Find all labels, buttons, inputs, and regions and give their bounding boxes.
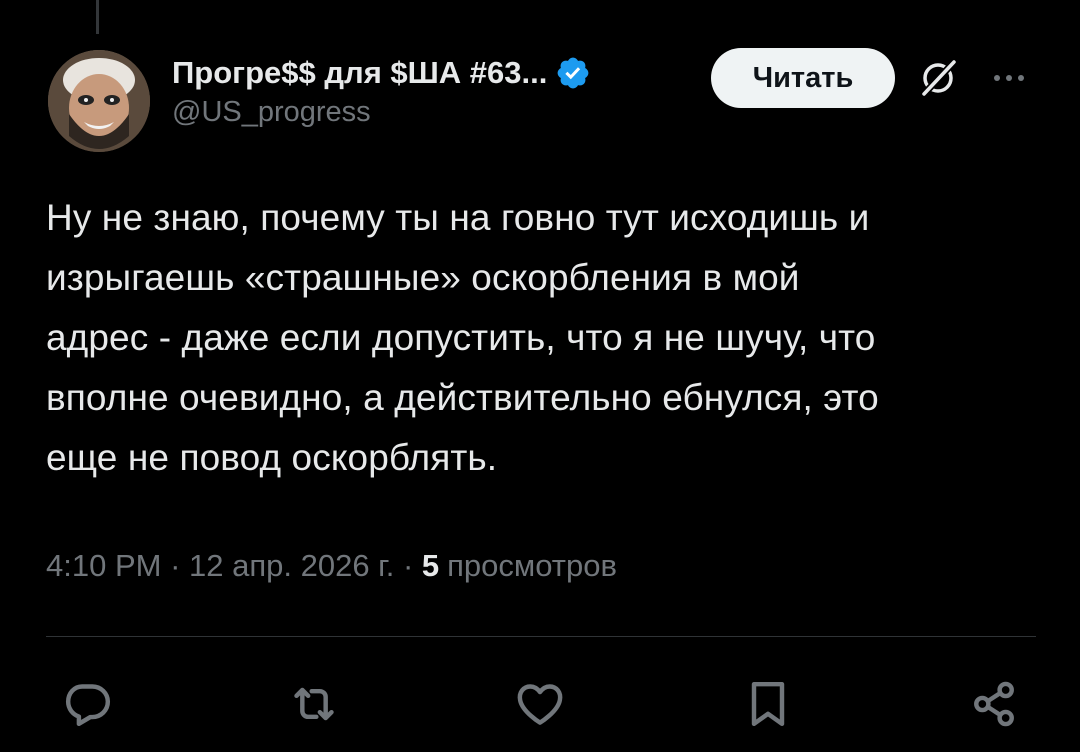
reply-icon[interactable] [60,676,116,732]
tweet-date[interactable]: 12 апр. 2026 г. [189,548,394,584]
meta-separator: · [161,548,190,583]
tweet-text: Ну не знаю, почему ты на говно тут исход… [46,197,879,478]
like-icon[interactable] [512,676,568,732]
more-dots-icon[interactable] [987,64,1031,92]
follow-button[interactable]: Читать [711,48,895,108]
author-name-row: Прогре$$ для $ША #63... [172,52,591,94]
tweet-meta: 4:10 PM · 12 апр. 2026 г. · 5 просмотров [46,548,617,584]
author-handle[interactable]: @US_progress [172,96,591,129]
bookmark-icon[interactable] [740,676,796,732]
verified-badge-icon [555,55,591,91]
meta-separator: · [394,548,422,583]
share-icon[interactable] [966,676,1022,732]
grok-icon[interactable] [916,56,960,100]
thread-connector-line [96,0,99,34]
tweet-time[interactable]: 4:10 PM [46,548,161,584]
views-count[interactable]: 5 [422,548,439,584]
author-block: Прогре$$ для $ША #63... @US_progress [172,52,591,129]
views-label[interactable]: просмотров [447,548,617,584]
divider [46,636,1036,637]
repost-icon[interactable] [286,676,342,732]
author-display-name[interactable]: Прогре$$ для $ША #63... [172,55,547,91]
avatar[interactable] [48,50,150,152]
